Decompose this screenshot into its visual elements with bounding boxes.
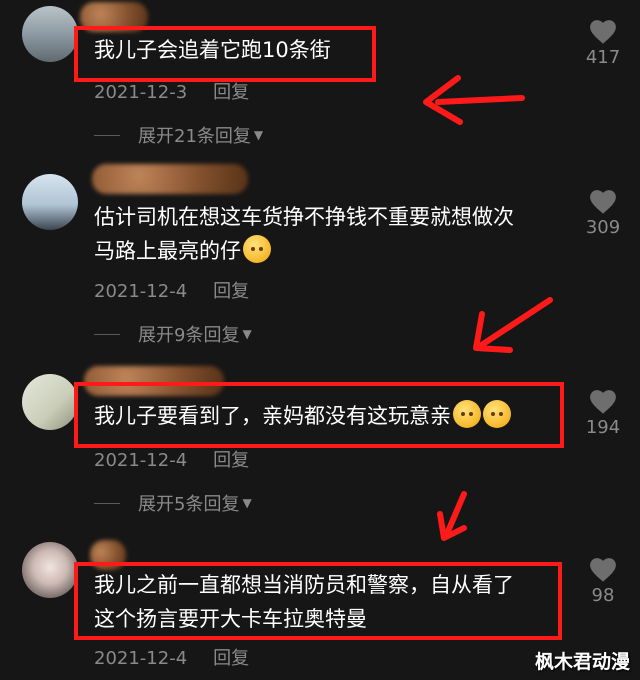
comment-text-content: 我儿子要看到了，亲妈都没有这玩意亲	[94, 404, 451, 428]
reply-button[interactable]: 回复	[213, 648, 249, 669]
expand-replies-button[interactable]: 展开21条回复 ▼	[94, 122, 263, 148]
red-arrow-icon	[423, 75, 525, 125]
comment-date: 2021-12-3	[94, 82, 188, 103]
like-count: 98	[591, 585, 615, 606]
heart-icon	[590, 190, 616, 214]
comment-meta: 2021-12-3 回复	[94, 78, 249, 104]
user-avatar[interactable]	[22, 542, 78, 598]
like-count: 309	[585, 217, 621, 238]
user-avatar[interactable]	[22, 374, 78, 430]
comment-text-line-1: 我儿之前一直都想当消防员和警察，自从看了	[94, 573, 514, 597]
divider-line	[94, 333, 120, 335]
comment-text-line-1: 估计司机在想这车货挣不挣钱不重要就想做次	[94, 205, 514, 229]
expand-replies-label: 展开5条回复	[138, 494, 240, 515]
caret-down-icon: ▼	[242, 496, 252, 510]
comment-text: 我儿子会追着它跑10条街	[94, 38, 331, 62]
heart-icon	[590, 20, 616, 44]
red-arrow-icon	[437, 491, 467, 541]
like-button[interactable]: 309	[582, 188, 624, 238]
reply-button[interactable]: 回复	[213, 82, 249, 103]
expand-replies-label: 展开9条回复	[138, 325, 240, 346]
expand-replies-button[interactable]: 展开5条回复 ▼	[94, 490, 252, 516]
comment-meta: 2021-12-4 回复	[94, 644, 249, 670]
comment-item-1: 我儿子会追着它跑10条街 2021-12-3 回复 展开21条回复 ▼ 417	[0, 0, 640, 160]
caret-down-icon: ▼	[253, 128, 264, 142]
comment-date: 2021-12-4	[94, 648, 188, 669]
kissing-emoji-icon	[483, 400, 511, 428]
red-arrow-icon	[473, 297, 553, 353]
reply-button[interactable]: 回复	[213, 450, 249, 471]
comment-text-line-2: 马路上最亮的仔	[94, 234, 271, 268]
watermark: 枫木君动漫	[534, 651, 630, 673]
comment-text-line-2: 这个扬言要开大卡车拉奥特曼	[94, 607, 367, 631]
user-avatar[interactable]	[22, 6, 78, 62]
comment-meta: 2021-12-4 回复	[94, 446, 249, 472]
comment-date: 2021-12-4	[94, 281, 188, 302]
expand-replies-label: 展开21条回复	[138, 126, 251, 147]
like-button[interactable]: 98	[582, 556, 624, 606]
like-count: 194	[585, 417, 621, 438]
comment-date: 2021-12-4	[94, 450, 188, 471]
like-button[interactable]: 194	[582, 388, 624, 438]
comment-text-line-2-content: 马路上最亮的仔	[94, 239, 241, 263]
username-blurred[interactable]	[92, 164, 248, 194]
heart-icon	[590, 390, 616, 414]
comment-meta: 2021-12-4 回复	[94, 277, 249, 303]
reply-button[interactable]: 回复	[213, 281, 249, 302]
caret-down-icon: ▼	[242, 327, 252, 341]
user-avatar[interactable]	[22, 174, 78, 230]
heart-icon	[590, 558, 616, 582]
like-button[interactable]: 417	[582, 18, 624, 68]
divider-line	[94, 134, 120, 136]
thinking-emoji-icon	[243, 235, 271, 263]
like-count: 417	[585, 47, 621, 68]
comment-item-3: 我儿子要看到了，亲妈都没有这玩意亲 2021-12-4 回复 展开5条回复 ▼ 1…	[0, 350, 640, 530]
divider-line	[94, 502, 120, 504]
expand-replies-button[interactable]: 展开9条回复 ▼	[94, 321, 252, 347]
comment-text: 我儿子要看到了，亲妈都没有这玩意亲	[94, 399, 511, 433]
kissing-emoji-icon	[453, 400, 481, 428]
